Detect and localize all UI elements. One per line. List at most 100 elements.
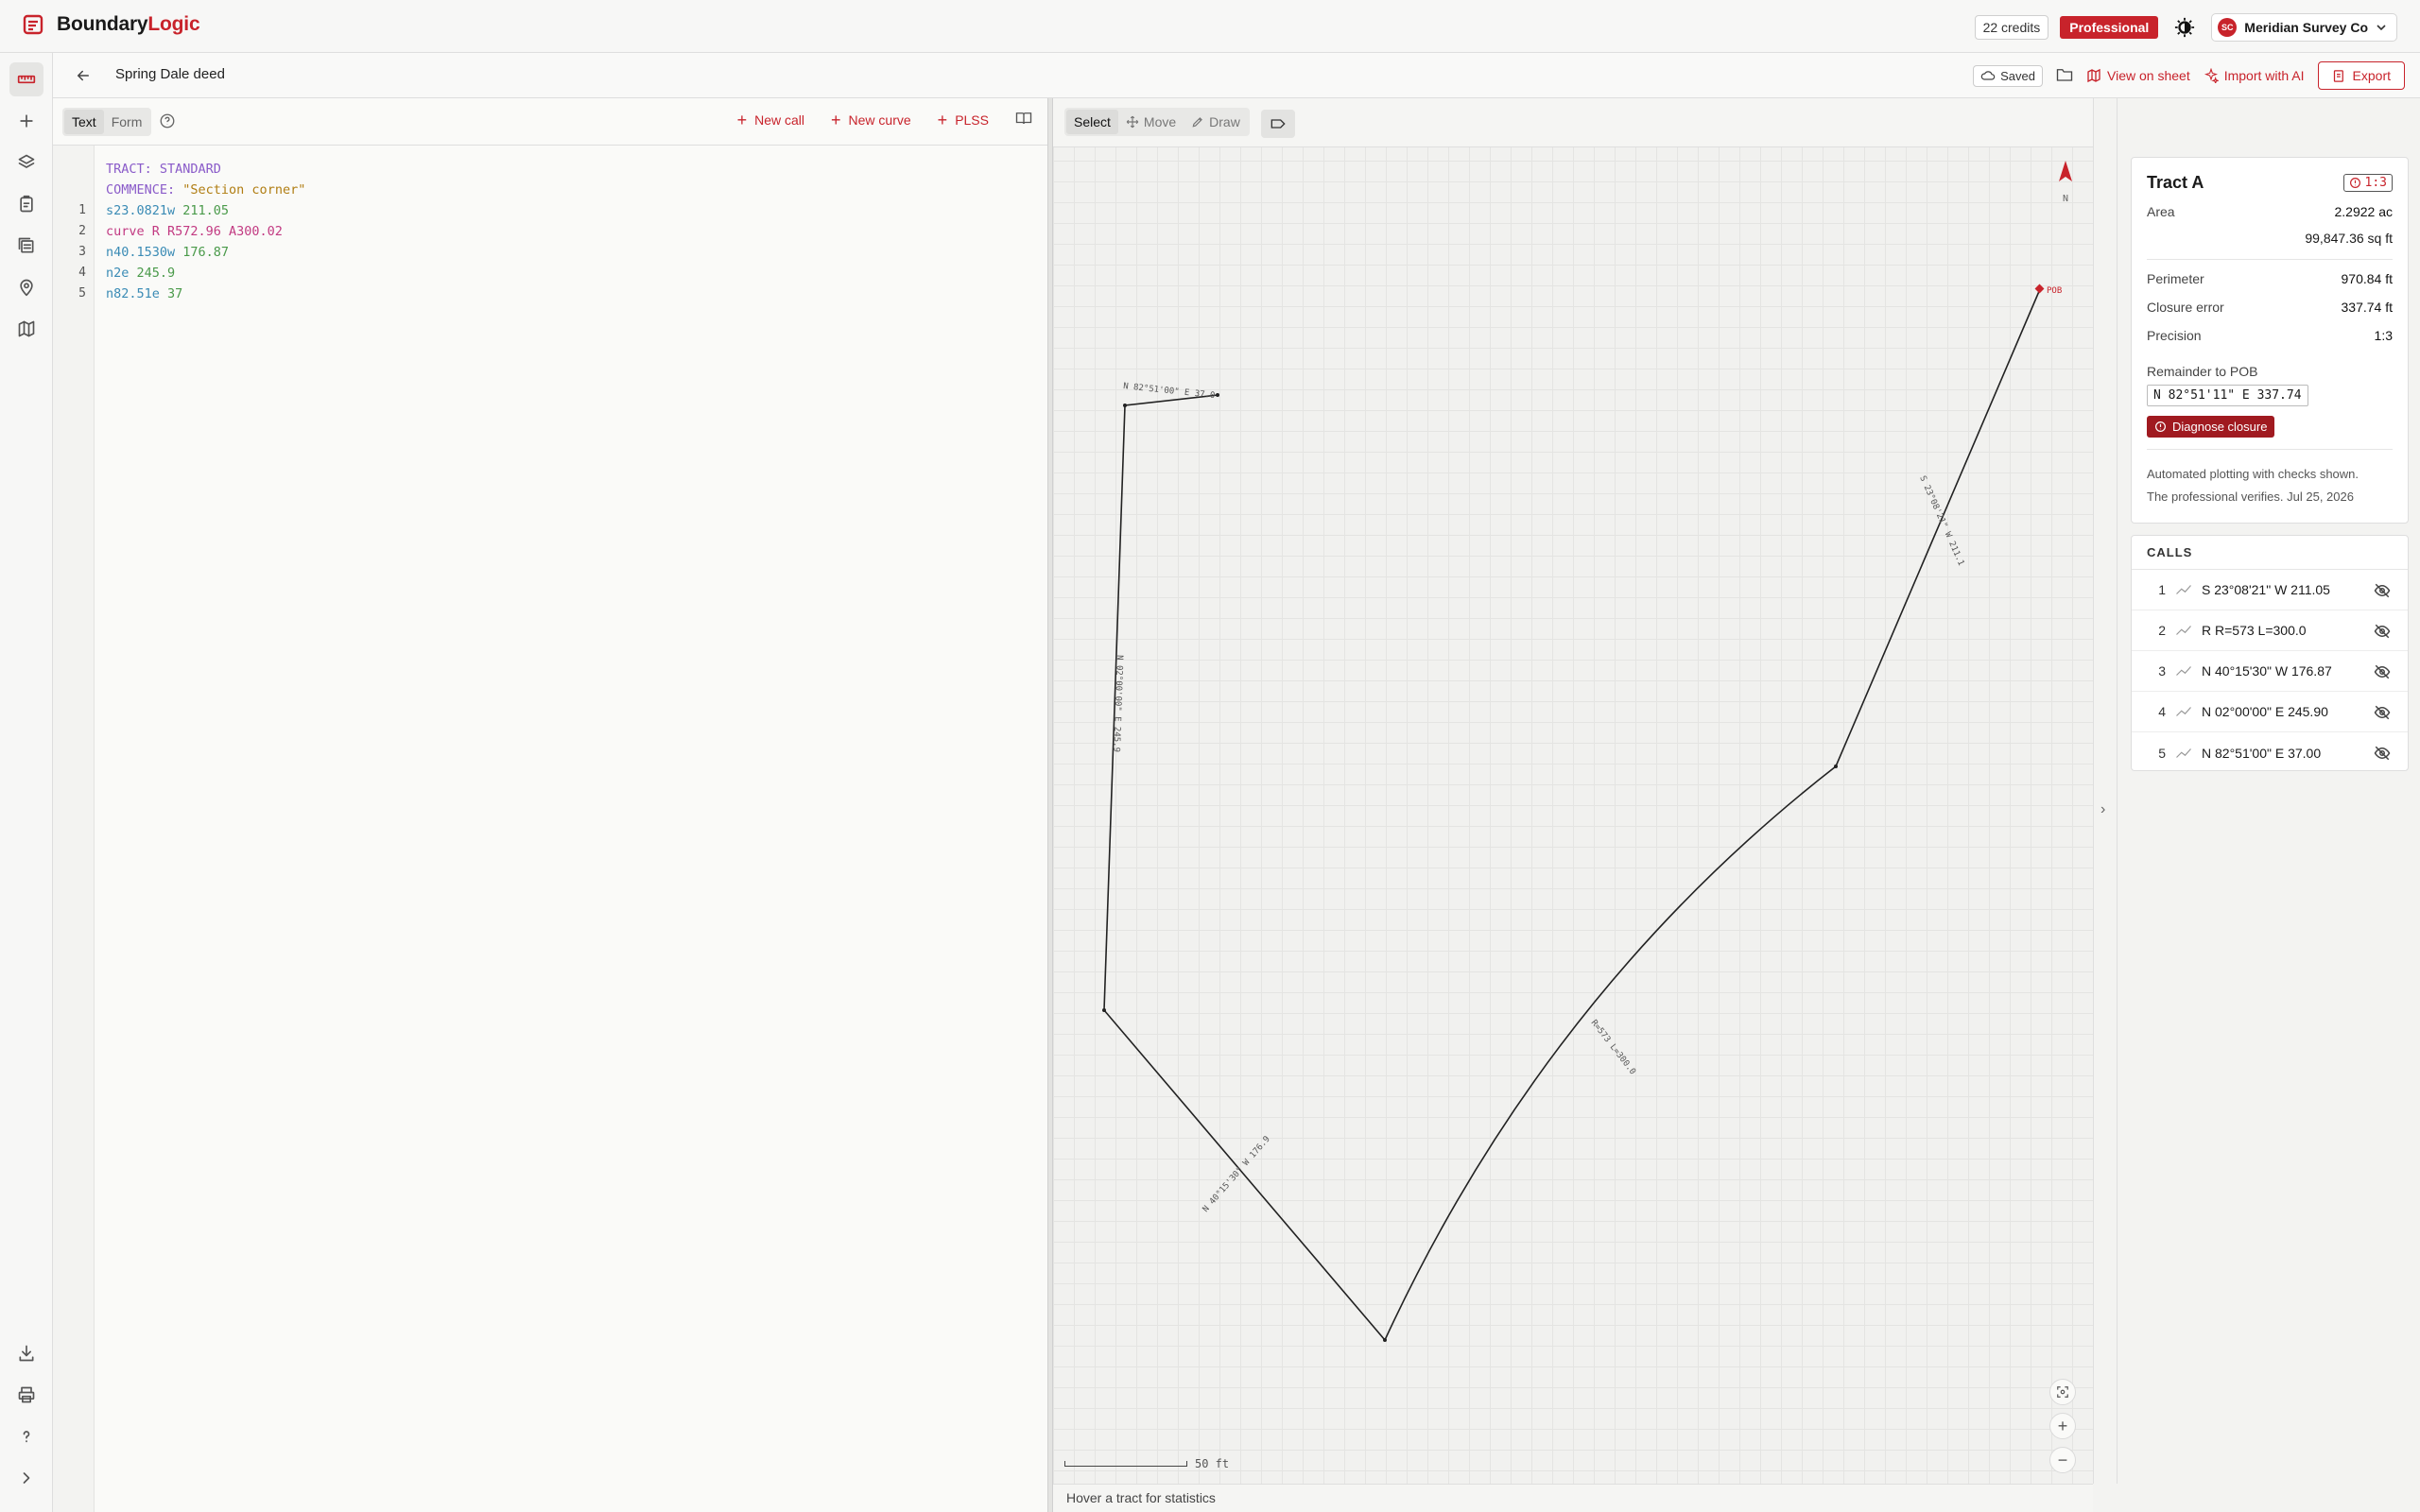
panel-collapse-strip[interactable]: ›	[2093, 98, 2118, 1484]
rail-help-button[interactable]	[9, 1419, 43, 1453]
back-button[interactable]	[72, 64, 95, 87]
eye-off-icon[interactable]	[2374, 623, 2391, 640]
rail-documents-button[interactable]	[9, 229, 43, 263]
rail-expand-button[interactable]	[9, 1461, 43, 1495]
divider	[2147, 259, 2393, 260]
plss-button[interactable]: + PLSS	[937, 110, 989, 129]
code-line-commence: COMMENCE: "Section corner"	[106, 182, 306, 198]
eye-off-icon[interactable]	[2374, 582, 2391, 599]
saved-indicator: Saved	[1973, 64, 2044, 87]
brand-name: BoundaryLogic	[57, 13, 200, 35]
rail-add-button[interactable]	[9, 104, 43, 138]
fit-view-button[interactable]	[2049, 1379, 2076, 1405]
tract-panel: Tract A 1:3 Area 2.2922 ac 99,847.36 sq f…	[2118, 98, 2420, 1512]
map-icon	[2087, 68, 2100, 83]
alert-circle-icon	[2349, 178, 2360, 188]
map-canvas[interactable]: POB S 23°08'21" W 211.1 R=573 L=300.0 N …	[1053, 98, 2093, 1512]
tab-form[interactable]: Form	[104, 110, 150, 134]
top-bar: BoundaryLogic 22 credits Professional SC…	[0, 0, 2420, 53]
zoom-in-button[interactable]: +	[2049, 1413, 2076, 1439]
vertex[interactable]	[1102, 1008, 1106, 1012]
focus-icon	[2057, 1386, 2068, 1398]
rail-print-button[interactable]	[9, 1378, 43, 1412]
list-item[interactable]: 1 S 23°08'21" W 211.05	[2132, 570, 2408, 610]
theme-toggle-button[interactable]	[2169, 12, 2200, 43]
code-line: 3 n40.1530w 176.87	[78, 245, 230, 260]
rail-layers-button[interactable]	[9, 146, 43, 180]
list-item[interactable]: 4 N 02°00'00" E 245.90	[2132, 692, 2408, 732]
rail-measure-button[interactable]	[9, 62, 43, 96]
rail-download-button[interactable]	[9, 1336, 43, 1370]
pob-marker[interactable]: POB	[2034, 284, 2063, 296]
tab-text[interactable]: Text	[64, 110, 104, 134]
line-gutter	[53, 146, 95, 1512]
tool-draw[interactable]: Draw	[1184, 110, 1248, 134]
sun-moon-icon	[2175, 17, 2195, 38]
eye-off-icon[interactable]	[2374, 704, 2391, 721]
vertex[interactable]	[1834, 765, 1838, 768]
line-segment-icon	[2176, 747, 2191, 758]
brand[interactable]: BoundaryLogic	[23, 13, 200, 36]
plus-icon: +	[831, 110, 841, 129]
credits-badge[interactable]: 22 credits	[1974, 15, 2049, 40]
remainder-label: Remainder to POB	[2147, 364, 2258, 379]
list-item[interactable]: 5 N 82°51'00" E 37.00	[2132, 732, 2408, 773]
calls-heading: CALLS	[2132, 536, 2408, 570]
line-segment-icon	[2176, 666, 2191, 676]
stat-perimeter: Perimeter 970.84 ft	[2147, 271, 2393, 286]
line-segment-icon	[2176, 707, 2191, 716]
document-title[interactable]: Spring Dale deed	[115, 66, 225, 82]
plot-drawing: POB S 23°08'21" W 211.1 R=573 L=300.0 N …	[1102, 284, 2063, 1342]
label-toggle-button[interactable]	[1261, 110, 1295, 138]
eye-off-icon[interactable]	[2374, 663, 2391, 680]
pen-icon	[1192, 117, 1203, 128]
stat-closure-error: Closure error 337.74 ft	[2147, 300, 2393, 315]
list-item[interactable]: 2 R R=573 L=300.0	[2132, 610, 2408, 651]
rail-clipboard-button[interactable]	[9, 187, 43, 221]
plus-icon: +	[736, 110, 748, 129]
chevron-down-icon	[2377, 25, 2386, 31]
plus-icon	[20, 114, 33, 128]
list-item[interactable]: 3 N 40°15'30" W 176.87	[2132, 651, 2408, 692]
call-label-2: R=573 L=300.0	[1589, 1019, 1637, 1077]
line-segment-icon	[2176, 626, 2191, 635]
eye-off-icon[interactable]	[2374, 745, 2391, 762]
account-menu[interactable]: SC Meridian Survey Co	[2211, 13, 2397, 42]
rail-location-button[interactable]	[9, 270, 43, 304]
vertex[interactable]	[1383, 1338, 1387, 1342]
vertex[interactable]	[1123, 404, 1127, 407]
tool-move[interactable]: Move	[1118, 110, 1184, 134]
calls-card: CALLS 1 S 23°08'21" W 211.05 2 R R=573 L…	[2131, 535, 2409, 771]
code-line: 4 n2e 245.9	[78, 266, 176, 281]
pob-label: POB	[2047, 286, 2062, 296]
tract-summary-card: Tract A 1:3 Area 2.2922 ac 99,847.36 sq f…	[2131, 157, 2409, 524]
plus-icon: +	[937, 110, 948, 129]
move-icon	[1126, 115, 1139, 129]
map-toolbar: Select Move Draw	[1053, 98, 2093, 147]
rail-map-button[interactable]	[9, 312, 43, 346]
traverse-line[interactable]	[1103, 288, 2041, 1342]
import-with-ai-button[interactable]: Import with AI	[2204, 68, 2305, 83]
scale-bar: 50 ft	[1064, 1457, 1229, 1470]
call-label-4: N 02°00'00" E 245.9	[1111, 655, 1124, 752]
precision-badge[interactable]: 1:3	[2342, 174, 2393, 192]
view-on-sheet-button[interactable]: View on sheet	[2086, 68, 2190, 83]
help-circle-icon[interactable]	[159, 112, 176, 129]
diagnose-closure-button[interactable]: Diagnose closure	[2147, 416, 2275, 438]
north-label: N	[2062, 194, 2069, 204]
download-icon	[19, 1345, 34, 1362]
code-line: 2 curve R R572.96 A300.02	[78, 224, 283, 239]
vertex[interactable]	[1216, 393, 1219, 397]
layers-icon	[18, 154, 35, 168]
tool-select[interactable]: Select	[1066, 110, 1118, 134]
north-arrow: N	[2059, 161, 2072, 204]
reference-book-button[interactable]	[1015, 111, 1032, 129]
remainder-value: N 82°51'11" E 337.74	[2147, 385, 2308, 406]
plan-badge: Professional	[2060, 16, 2159, 39]
folder-button[interactable]	[2056, 67, 2073, 85]
code-area[interactable]: TRACT: STANDARD COMMENCE: "Section corne…	[78, 159, 306, 304]
zoom-out-button[interactable]: −	[2049, 1447, 2076, 1473]
new-curve-button[interactable]: + New curve	[831, 110, 911, 129]
export-button[interactable]: Export	[2317, 61, 2405, 90]
new-call-button[interactable]: + New call	[736, 110, 804, 129]
